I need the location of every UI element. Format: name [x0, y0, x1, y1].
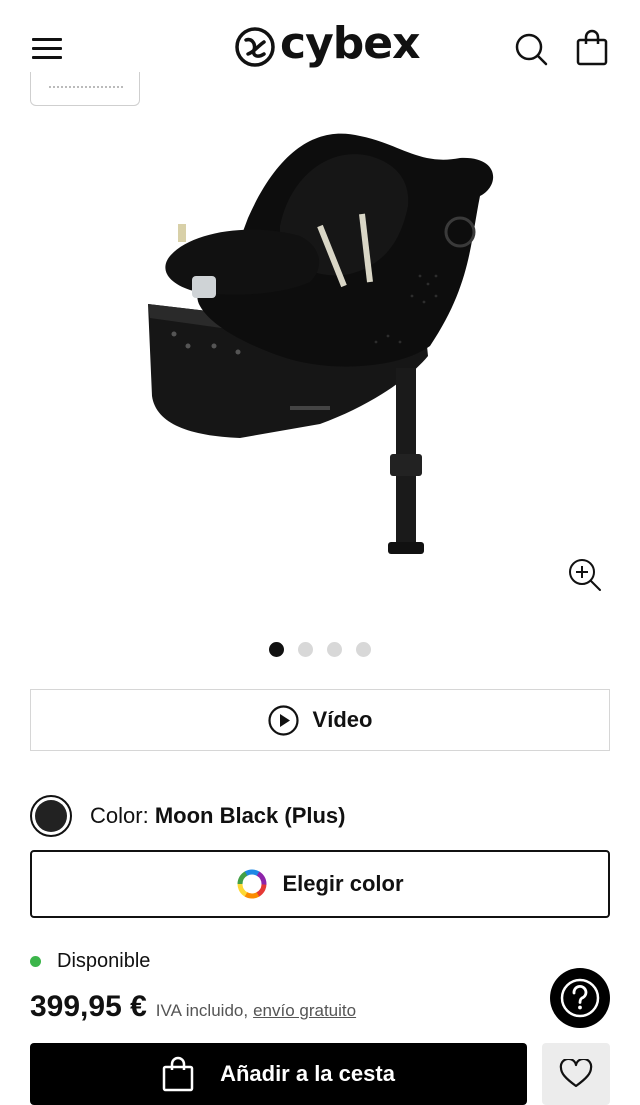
color-label: Color:	[90, 803, 149, 828]
wishlist-button[interactable]	[542, 1043, 610, 1105]
brand-logo[interactable]: cybex	[232, 18, 420, 76]
color-wheel-icon	[237, 869, 267, 899]
pagination-dot-3[interactable]	[327, 642, 342, 657]
choose-color-label: Elegir color	[282, 871, 404, 896]
pagination-dot-1[interactable]	[269, 642, 284, 657]
video-button-label: Vídeo	[312, 707, 373, 732]
color-swatch-fill	[35, 800, 67, 832]
menu-line	[32, 47, 62, 50]
pagination-dot-2[interactable]	[298, 642, 313, 657]
cybex-logo-icon	[235, 27, 275, 67]
menu-button[interactable]	[30, 34, 64, 62]
shipping-link[interactable]: envío gratuito	[253, 1001, 356, 1021]
price: 399,95 €	[30, 990, 147, 1023]
menu-line	[32, 38, 62, 41]
heart-icon	[559, 1059, 593, 1088]
color-value: Moon Black (Plus)	[154, 803, 346, 828]
selected-color: Color: Moon Black (Plus)	[30, 794, 610, 838]
video-button[interactable]: Vídeo	[30, 689, 610, 751]
availability-status-dot	[30, 956, 41, 967]
pagination-dot-4[interactable]	[356, 642, 371, 657]
brand-name: cybex	[280, 18, 420, 69]
help-question-icon	[560, 978, 600, 1018]
add-to-cart-button[interactable]: Añadir a la cesta	[30, 1043, 527, 1105]
zoom-in-icon[interactable]	[566, 556, 604, 594]
product-gallery[interactable]	[0, 96, 640, 616]
help-button[interactable]	[550, 968, 610, 1028]
availability: Disponible	[30, 950, 150, 973]
play-icon	[267, 704, 299, 736]
add-to-cart-label: Añadir a la cesta	[220, 1061, 395, 1086]
price-row: 399,95 € IVA incluido, envío gratuito	[30, 990, 356, 1024]
tax-note: IVA incluido,	[155, 1001, 249, 1020]
menu-line	[32, 56, 62, 59]
choose-color-button[interactable]: Elegir color	[30, 850, 610, 918]
shopping-bag-icon[interactable]	[574, 28, 610, 68]
gallery-pagination	[0, 642, 640, 658]
availability-text: Disponible	[57, 950, 151, 972]
shopping-bag-icon	[162, 1056, 194, 1092]
badge-text-cutoff	[49, 86, 123, 89]
search-icon[interactable]	[512, 30, 550, 68]
color-info: Color: Moon Black (Plus)	[90, 803, 346, 829]
product-image	[148, 133, 494, 554]
color-swatch[interactable]	[30, 795, 72, 837]
